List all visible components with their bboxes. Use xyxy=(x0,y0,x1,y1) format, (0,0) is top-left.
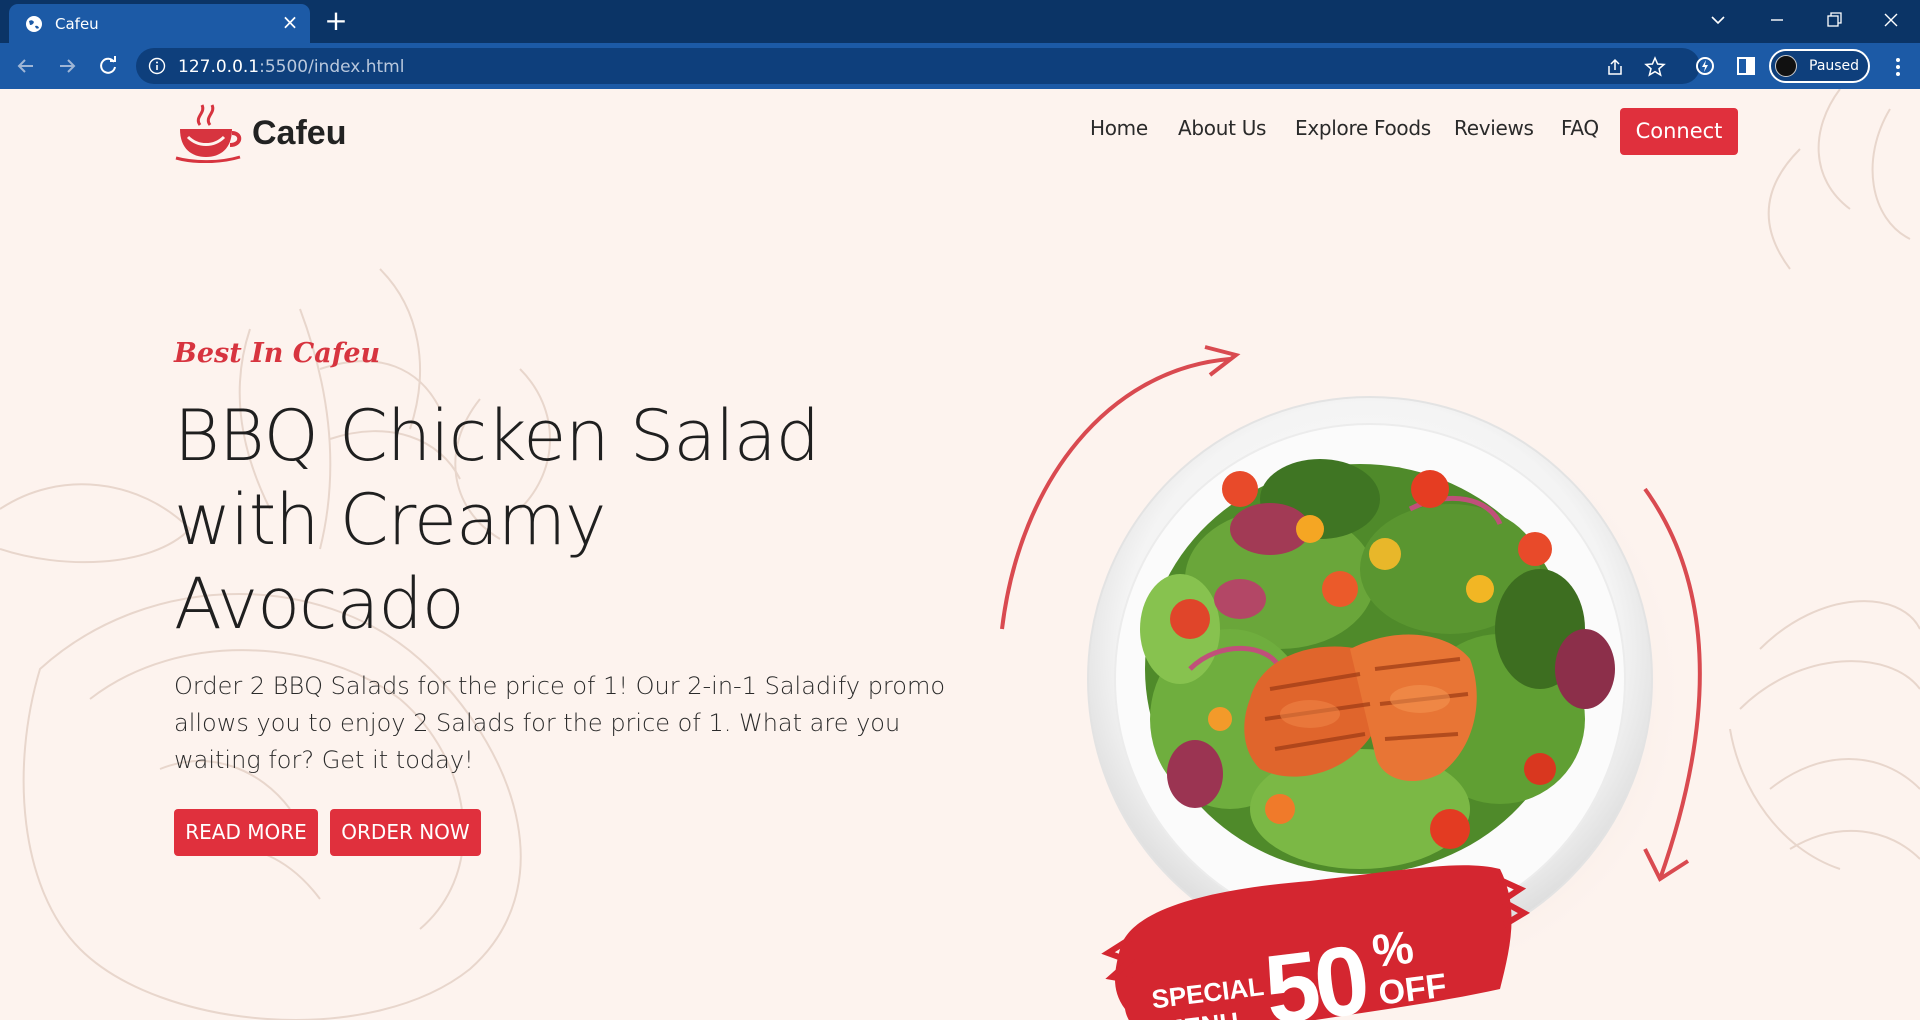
hero-title-line-2: with Creamy xyxy=(174,479,606,561)
read-more-button[interactable]: READ MORE xyxy=(174,809,318,856)
close-tab-icon[interactable]: × xyxy=(279,11,301,33)
browser-tab-strip: Cafeu × + xyxy=(0,0,1920,43)
address-bar[interactable]: 127.0.0.1:5500/index.html xyxy=(136,48,1700,84)
tab-title: Cafeu xyxy=(55,15,99,33)
nav-reviews[interactable]: Reviews xyxy=(1454,116,1534,140)
globe-icon xyxy=(26,16,42,32)
back-arrow-icon[interactable] xyxy=(13,53,39,79)
browser-menu-icon[interactable] xyxy=(1893,54,1903,80)
nav-about-us[interactable]: About Us xyxy=(1178,116,1266,140)
profile-status: Paused xyxy=(1809,58,1860,74)
avatar xyxy=(1775,55,1797,77)
hero-description-line-3: waiting for? Get it today! xyxy=(174,746,474,774)
share-icon[interactable] xyxy=(1604,56,1626,78)
minimize-icon[interactable] xyxy=(1762,6,1792,34)
bookmark-star-icon[interactable] xyxy=(1644,56,1666,78)
reload-icon[interactable] xyxy=(95,53,121,79)
browser-toolbar: 127.0.0.1:5500/index.html Paused xyxy=(0,43,1920,89)
nav-explore-foods[interactable]: Explore Foods xyxy=(1295,116,1431,140)
order-now-button[interactable]: ORDER NOW xyxy=(330,809,481,856)
page-viewport: Cafeu Home About Us Explore Foods Review… xyxy=(0,89,1920,1020)
nav-faq[interactable]: FAQ xyxy=(1561,116,1599,140)
site-logo[interactable]: Cafeu xyxy=(174,103,354,163)
brand-name: Cafeu xyxy=(252,114,347,152)
restore-icon[interactable] xyxy=(1819,6,1849,34)
hero-eyebrow: Best In Cafeu xyxy=(174,338,381,369)
tab-search-chevron-icon[interactable] xyxy=(1703,6,1733,34)
coffee-cup-logo-icon xyxy=(175,104,242,163)
side-panel-icon[interactable] xyxy=(1733,53,1759,79)
site-info-icon[interactable] xyxy=(148,57,166,75)
browser-tab-active[interactable]: Cafeu × xyxy=(9,4,310,43)
hero-description-line-1: Order 2 BBQ Salads for the price of 1! O… xyxy=(174,672,946,700)
new-tab-button[interactable]: + xyxy=(322,7,350,35)
forward-arrow-icon[interactable] xyxy=(54,53,80,79)
hero-title: BBQ Chicken Salad with Creamy Avocado xyxy=(174,394,934,646)
extensions-icon[interactable] xyxy=(1692,53,1718,79)
hero-description: Order 2 BBQ Salads for the price of 1! O… xyxy=(174,668,974,779)
badge-percent-text: % xyxy=(1369,921,1416,978)
hero-description-line-2: allows you to enjoy 2 Salads for the pri… xyxy=(174,709,901,737)
url-text: 127.0.0.1:5500/index.html xyxy=(178,57,405,77)
hero-title-line-3: Avocado xyxy=(174,563,465,645)
hero-salad-plate-image: SPECIAL MENU 50 % OFF xyxy=(1000,345,1702,1020)
nav-home[interactable]: Home xyxy=(1090,116,1148,140)
badge-off-text: OFF xyxy=(1376,967,1448,1013)
close-window-icon[interactable] xyxy=(1876,6,1906,34)
profile-button[interactable]: Paused xyxy=(1769,49,1870,83)
hero-title-line-1: BBQ Chicken Salad xyxy=(174,395,820,477)
badge-50-text: 50 xyxy=(1259,924,1372,1020)
connect-button[interactable]: Connect xyxy=(1620,108,1738,155)
